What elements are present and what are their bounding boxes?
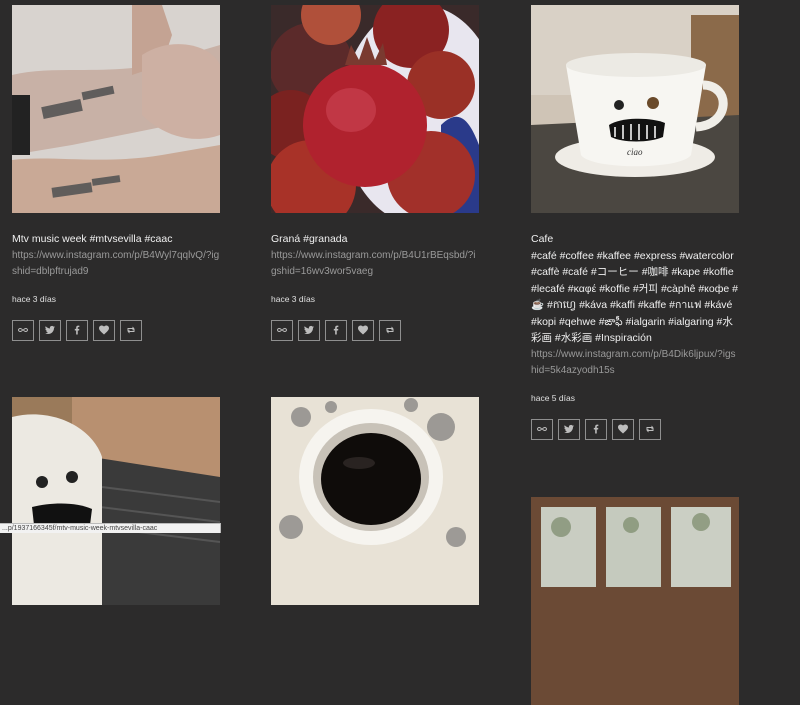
repost-button[interactable] [120,319,142,341]
post-actions [271,319,479,341]
post-card [531,497,739,705]
post-card: Mtv music week #mtvsevilla #caac https:/… [12,5,220,341]
post-time: hace 3 días [12,293,56,304]
post-link[interactable]: https://www.instagram.com/p/B4Dik6ljpux/… [531,347,739,379]
infinity-icon [277,328,287,332]
retweet-icon [127,326,135,334]
like-button[interactable] [352,319,374,341]
post-photo-window[interactable] [531,497,739,705]
post-caption: Graná #granada [271,233,348,245]
facebook-icon [74,325,80,335]
post-card: ciao Cafe #café #coffee #kaffee #express… [531,5,739,440]
post-link[interactable]: https://www.instagram.com/p/B4U1rBEqsbd/… [271,248,479,280]
permalink-button[interactable] [12,319,34,341]
post-card: Graná #granada https://www.instagram.com… [271,5,479,341]
twitter-share-button[interactable] [39,319,61,341]
facebook-share-button[interactable] [66,319,88,341]
repost-button[interactable] [379,319,401,341]
post-time: hace 5 días [531,392,575,403]
permalink-button[interactable] [271,319,293,341]
post-photo-coffee-top[interactable] [271,397,479,605]
facebook-icon [593,424,599,434]
like-button[interactable] [93,319,115,341]
like-button[interactable] [612,418,634,440]
facebook-share-button[interactable] [585,418,607,440]
heart-icon [99,325,109,335]
heart-icon [358,325,368,335]
retweet-icon [386,326,394,334]
post-caption: Mtv music week #mtvsevilla #caac [12,233,173,245]
twitter-share-button[interactable] [298,319,320,341]
facebook-icon [333,325,339,335]
svg-text:ciao: ciao [627,147,643,157]
post-card [271,397,479,605]
post-caption: Cafe #café #coffee #kaffee #express #wat… [531,233,738,344]
post-actions [531,418,739,440]
post-photo-cup-laptop[interactable] [12,397,220,605]
repost-button[interactable] [639,418,661,440]
twitter-icon [45,325,55,335]
post-link[interactable]: https://www.instagram.com/p/B4Wyl7qqlvQ/… [12,248,220,280]
post-photo-hands[interactable] [12,5,220,213]
post-photo-pomegranates[interactable] [271,5,479,213]
heart-icon [618,424,628,434]
status-bar-url: ...p/1937166345f/mtv-music-week-mtvsevil… [0,523,221,533]
retweet-icon [646,425,654,433]
permalink-button[interactable] [531,418,553,440]
post-time: hace 3 días [271,293,315,304]
post-photo-coffee-cup[interactable]: ciao [531,5,739,213]
twitter-icon [304,325,314,335]
infinity-icon [537,427,547,431]
post-card [12,397,220,605]
post-actions [12,319,220,341]
twitter-share-button[interactable] [558,418,580,440]
twitter-icon [564,424,574,434]
infinity-icon [18,328,28,332]
facebook-share-button[interactable] [325,319,347,341]
